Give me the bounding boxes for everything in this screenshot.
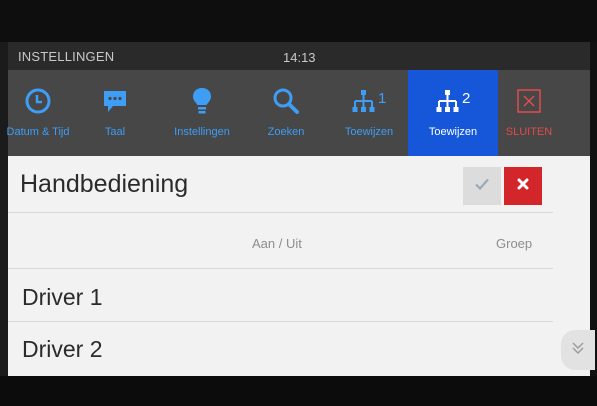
tab-label: Instellingen [174,126,230,138]
tab-label: Toewijzen [428,126,478,138]
search-icon [271,86,301,116]
lightbulb-icon [187,86,217,116]
tab-label: Taal [104,126,126,138]
screen-title: INSTELLINGEN [18,49,115,64]
bezel-top [0,0,597,42]
tab-zoeken[interactable]: Zoeken [242,70,330,156]
tab-instellingen[interactable]: Instellingen [162,70,242,156]
tab-datum-tijd[interactable]: Datum & Tijd [6,70,70,156]
tab-toewijzen-1[interactable]: 1 Toewijzen [330,70,408,156]
divider [8,321,553,322]
network-2-icon: 2 [435,86,471,116]
network-badge: 2 [462,90,470,107]
device-screen: INSTELLINGEN 14:13 Datum & Tijd Taal Ins… [0,0,597,406]
list-item-driver-2[interactable]: Driver 2 [22,336,103,363]
tab-label: SLUITEN [505,126,553,138]
toolbar: Datum & Tijd Taal Instellingen Zoeken 1 … [6,70,590,156]
network-1-icon: 1 [351,86,387,116]
speech-bubble-icon [100,86,130,116]
chevron-down-icon [570,340,586,361]
divider [8,212,553,213]
bezel-left [0,42,8,376]
check-icon [473,175,491,198]
status-bar: INSTELLINGEN 14:13 [8,42,590,70]
page-title: Handbediening [20,170,189,198]
column-header-on-off: Aan / Uit [252,236,302,251]
tab-label: Zoeken [267,126,305,138]
close-icon [515,176,531,197]
scroll-down-button[interactable] [561,330,595,370]
tab-toewijzen-2[interactable]: 2 Toewijzen [408,70,498,156]
divider [8,268,553,269]
bezel-bottom [0,376,597,406]
tab-label: Datum & Tijd [6,126,70,138]
cancel-button[interactable] [504,167,542,205]
clock-time: 14:13 [283,50,316,65]
close-icon [514,86,544,116]
bezel-right [590,42,597,376]
close-button[interactable]: SLUITEN [498,70,560,156]
list-item-driver-1[interactable]: Driver 1 [22,284,103,311]
tab-taal[interactable]: Taal [68,70,162,156]
column-header-group: Groep [496,236,533,251]
network-badge: 1 [378,90,386,107]
tab-label: Toewijzen [344,126,394,138]
confirm-button[interactable] [463,167,501,205]
clock-icon [23,86,53,116]
